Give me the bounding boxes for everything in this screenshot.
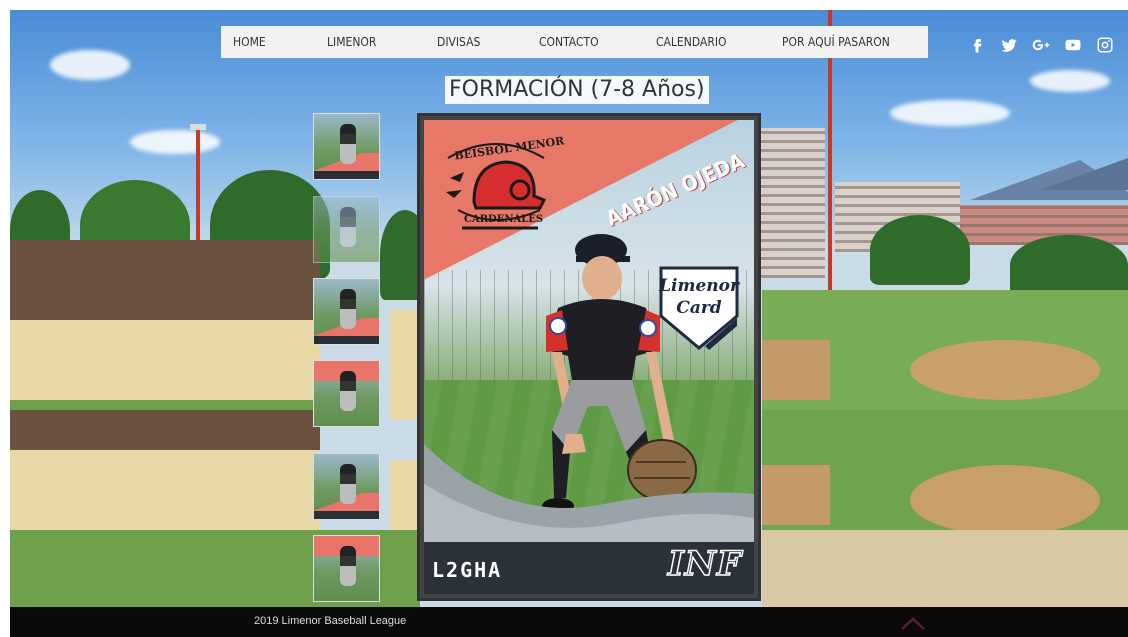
card-thumbnail-4[interactable] [313,360,380,427]
page-title: FORMACIÓN (7-8 Años) [445,76,709,104]
footer-copyright: 2019 Limenor Baseball League [254,615,407,627]
nav-divisas[interactable]: DIVISAS [437,35,480,49]
nav-contacto[interactable]: CONTACTO [539,35,599,49]
facebook-icon[interactable] [968,36,986,54]
card-thumbnail-6[interactable] [313,535,380,602]
logo-bottom-text: CARDENALES [464,214,544,225]
social-links [968,36,1114,54]
footer: 2019 Limenor Baseball League [10,607,1128,637]
top-navigation: HOME LIMENOR DIVISAS CONTACTO CALENDARIO… [221,26,928,58]
youtube-icon[interactable] [1064,36,1082,54]
nav-limenor[interactable]: LIMENOR [327,35,376,49]
player-card[interactable]: BEISBOL MENOR CARDENALES AARÓN OJEDA Lim… [417,113,761,601]
card-code: L2GHA [432,558,503,582]
nav-home[interactable]: HOME [233,35,266,49]
chevron-up-icon[interactable] [898,613,928,633]
twitter-icon[interactable] [1000,36,1018,54]
card-thumbnail-5[interactable] [313,453,380,520]
card-position: INF [667,543,742,585]
card-thumbnail-3[interactable] [313,278,380,345]
card-bottom-wave [424,444,754,544]
card-thumbnail-1[interactable] [313,113,380,180]
nav-por-aqui-pasaron[interactable]: POR AQUÍ PASARON [782,35,890,49]
card-thumbnail-2[interactable] [313,196,380,263]
instagram-icon[interactable] [1096,36,1114,54]
google-plus-icon[interactable] [1032,36,1050,54]
card-bottom-bar: L2GHA INF [424,542,754,594]
team-logo: BEISBOL MENOR CARDENALES [436,130,565,240]
nav-calendario[interactable]: CALENDARIO [656,35,727,49]
